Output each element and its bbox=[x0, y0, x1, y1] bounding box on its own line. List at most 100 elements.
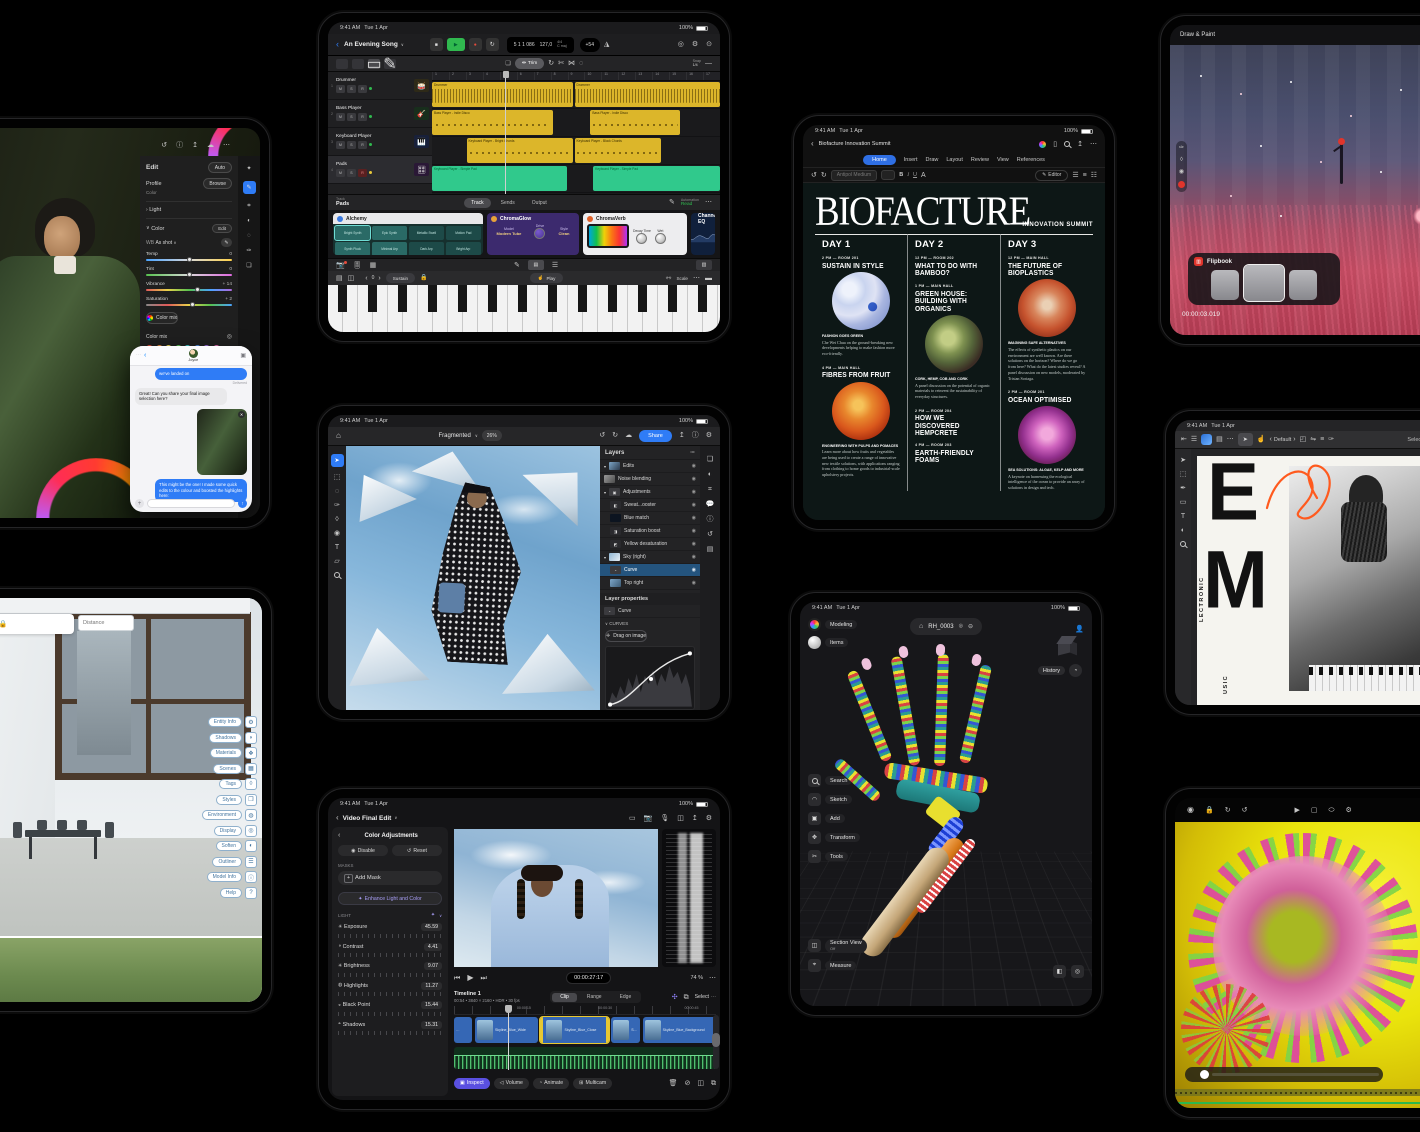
zoom-level[interactable]: 74 % bbox=[690, 975, 703, 981]
region[interactable]: Drummer bbox=[432, 82, 573, 107]
redo-icon[interactable]: ↻ bbox=[612, 432, 618, 439]
connect-icon[interactable]: ✣ bbox=[672, 994, 678, 1001]
italic-button[interactable]: I bbox=[907, 172, 909, 178]
tint-slider[interactable] bbox=[146, 274, 232, 276]
present-icon[interactable]: 👤 bbox=[1075, 626, 1084, 633]
zoom-slider[interactable] bbox=[713, 1015, 719, 1069]
history-clock-icon[interactable]: ◔ bbox=[1069, 664, 1082, 677]
automation-pencil-icon[interactable]: ✎ bbox=[669, 199, 675, 206]
home-icon[interactable]: ⌂ bbox=[336, 432, 341, 440]
home-icon[interactable]: ⌂ bbox=[919, 623, 923, 630]
scenes-icon[interactable]: ▦ bbox=[245, 763, 257, 775]
lcd-tempo[interactable]: 127,0 bbox=[540, 42, 553, 48]
octave-down-icon[interactable]: ‹ bbox=[365, 275, 367, 282]
erase-tool-icon[interactable]: ◌ bbox=[579, 60, 583, 67]
chevron-down-icon[interactable]: ∨ bbox=[401, 43, 404, 47]
share-button[interactable]: Share bbox=[639, 430, 672, 442]
slider-black-point[interactable]: ◒ Black Point15.44 bbox=[338, 1001, 442, 1016]
prev-frame-icon[interactable]: ⏮ bbox=[454, 975, 460, 982]
plugin-alchemy[interactable]: Alchemy Bright Synth Epic Synth Metallic… bbox=[333, 213, 483, 255]
poster-artboard[interactable]: E LECTRONIC M USIC bbox=[1197, 456, 1420, 705]
back-icon[interactable]: ‹ bbox=[811, 140, 814, 148]
move-tool-icon[interactable]: ➤ bbox=[1238, 433, 1253, 446]
knobs-icon[interactable]: 🎚 bbox=[353, 262, 362, 269]
playhead[interactable] bbox=[505, 72, 506, 194]
rect-tool-icon[interactable]: ▭ bbox=[1180, 499, 1187, 506]
text-tool-icon[interactable]: T bbox=[335, 544, 339, 551]
slider-brightness[interactable]: ✳ Brightness9.07 bbox=[338, 962, 442, 977]
scopes-icon[interactable]: ◫ bbox=[677, 815, 684, 822]
preset-cell[interactable]: Minimal Arp bbox=[372, 242, 407, 255]
modeling-label[interactable]: Modeling bbox=[825, 620, 857, 629]
region[interactable]: Bass Player - Indie Disco bbox=[432, 110, 553, 135]
timeline-clip[interactable]: Skyline_Blue_Background bbox=[643, 1017, 716, 1043]
color-section[interactable]: Color bbox=[151, 226, 164, 232]
help-icon[interactable]: ⓘ bbox=[692, 432, 699, 439]
drive-knob[interactable] bbox=[534, 228, 545, 239]
lock-icon[interactable]: 🔒 bbox=[1205, 807, 1214, 814]
layer-row[interactable]: ◨Saturation boost◉ bbox=[600, 525, 700, 538]
mic-icon[interactable]: 🎙 bbox=[660, 815, 669, 822]
record-enable-button[interactable]: R bbox=[358, 113, 367, 121]
more-icon[interactable]: ⋯ bbox=[693, 275, 700, 282]
prev-preset-icon[interactable]: ‹ bbox=[1270, 436, 1272, 443]
pen-tool-icon[interactable]: ✒ bbox=[1180, 485, 1186, 492]
font-name-box[interactable]: Antipol Medium bbox=[831, 170, 877, 181]
settings-icon[interactable]: ⚙ bbox=[706, 432, 712, 439]
select-tool-icon[interactable]: ➤ bbox=[1180, 457, 1186, 464]
region[interactable]: Drummer bbox=[575, 82, 720, 107]
select-button[interactable]: Select bbox=[1401, 435, 1420, 445]
search-tool-icon[interactable] bbox=[808, 774, 821, 787]
undo-icon[interactable]: ↺ bbox=[161, 142, 167, 149]
presets-icon[interactable]: ✦ bbox=[246, 166, 251, 172]
settings-icon[interactable]: ⚙ bbox=[692, 41, 698, 48]
more-icon[interactable]: ⋯ bbox=[709, 975, 716, 982]
pencil-mode-icon[interactable]: ✎ bbox=[514, 262, 520, 269]
lasso-tool-icon[interactable]: ◌ bbox=[335, 488, 339, 495]
isolate-icon[interactable]: ◧ bbox=[1053, 965, 1066, 978]
automation-value[interactable]: Read bbox=[681, 202, 699, 208]
solo-button[interactable]: S bbox=[347, 113, 356, 121]
record-enable-button[interactable]: R bbox=[358, 141, 367, 149]
layer-row[interactable]: ◧Sweat...ooster◉ bbox=[600, 499, 700, 512]
plugin-channel-eq[interactable]: Channel EQ bbox=[691, 213, 715, 255]
mute-button[interactable]: M bbox=[336, 169, 345, 177]
move-tool-icon[interactable]: ➤ bbox=[331, 454, 344, 467]
panel-model-info[interactable]: Model Info bbox=[207, 872, 242, 882]
frame-tool-icon[interactable]: ⬚ bbox=[1180, 471, 1187, 478]
panel-materials[interactable]: Materials bbox=[210, 748, 242, 758]
slider-highlights[interactable]: ◍ Highlights11.27 bbox=[338, 982, 442, 997]
align-icon[interactable]: ≡ bbox=[1320, 436, 1324, 443]
count-in-badge[interactable]: +54 bbox=[580, 38, 600, 52]
overwrite-icon[interactable]: ⧉ bbox=[684, 994, 689, 1001]
section-view-label[interactable]: Section ViewOff bbox=[825, 939, 867, 953]
temp-slider[interactable] bbox=[146, 259, 232, 261]
orbit-icon[interactable]: ↺ bbox=[1242, 807, 1248, 814]
section-view-icon[interactable]: ◫ bbox=[808, 939, 821, 952]
select-tool-icon[interactable]: ⬚ bbox=[334, 474, 341, 481]
tab-clip[interactable]: Clip bbox=[552, 993, 577, 1002]
wet-knob[interactable] bbox=[655, 233, 666, 244]
soften-icon[interactable]: ◐ bbox=[245, 840, 257, 852]
adjust-panel-icon[interactable]: ◐ bbox=[708, 471, 712, 478]
zoom-tool-icon[interactable] bbox=[1180, 541, 1186, 547]
volume-button[interactable]: ◁Volume bbox=[494, 1078, 529, 1089]
visibility-icon[interactable]: ◉ bbox=[692, 554, 696, 560]
tags-icon[interactable]: ◊ bbox=[245, 778, 257, 790]
stop-button[interactable]: ■ bbox=[430, 38, 443, 51]
inspect-button[interactable]: ▣Inspect bbox=[454, 1078, 490, 1089]
distance-input[interactable] bbox=[78, 615, 134, 631]
layer-row[interactable]: ▾▣Adjustments◉ bbox=[600, 486, 700, 499]
visibility-icon[interactable]: ◉ bbox=[692, 476, 696, 482]
glide-icon[interactable]: ⇿ bbox=[666, 275, 672, 282]
settings-icon[interactable]: ⚙ bbox=[1345, 807, 1351, 814]
slider-contrast[interactable]: ◑ Contrast4.41 bbox=[338, 943, 442, 958]
bold-button[interactable]: B bbox=[899, 172, 903, 178]
split-tool-icon[interactable]: ✄ bbox=[558, 60, 564, 67]
photo-attachment[interactable]: ✕ bbox=[197, 409, 247, 475]
play-icon[interactable]: ▶ bbox=[467, 974, 473, 982]
next-preset-icon[interactable]: › bbox=[1293, 436, 1295, 443]
fade-tool-icon[interactable]: ⋈ bbox=[568, 60, 575, 67]
items-label[interactable]: Items bbox=[825, 638, 848, 647]
preset-cell[interactable]: Metallic Swell bbox=[409, 226, 444, 240]
